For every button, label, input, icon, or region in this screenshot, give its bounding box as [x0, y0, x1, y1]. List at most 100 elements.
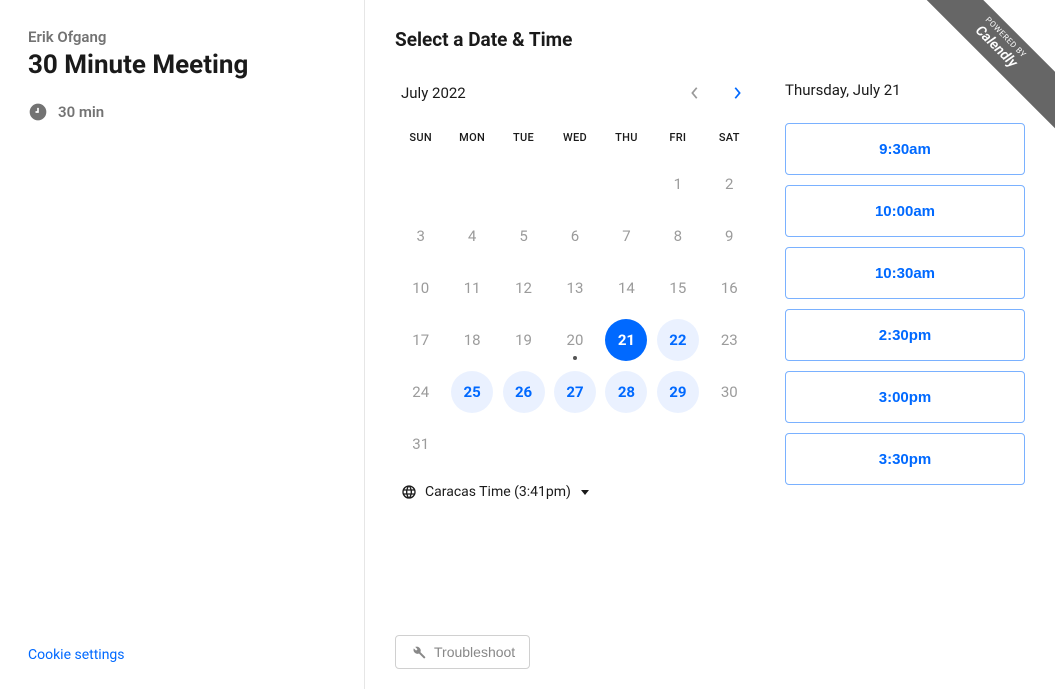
troubleshoot-label: Troubleshoot: [434, 644, 515, 660]
calendar-grid: SUNMONTUEWEDTHUFRISAT1234567891011121314…: [395, 123, 755, 470]
calendar-dow: TUE: [498, 123, 549, 158]
time-slot-button[interactable]: 3:00pm: [785, 371, 1025, 423]
cookie-settings-link[interactable]: Cookie settings: [28, 647, 125, 663]
calendar-day-cell: [395, 158, 446, 210]
calendar-day: 8: [657, 215, 699, 257]
time-slot-list: 9:30am 10:00am 10:30am 2:30pm 3:00pm 3:30pm: [785, 123, 1025, 485]
event-details-panel: Erik Ofgang 30 Minute Meeting 30 min Coo…: [0, 0, 365, 689]
calendar-day-cell: 2: [704, 158, 755, 210]
calendar-day-cell: 8: [652, 210, 703, 262]
calendar-day-cell: 15: [652, 262, 703, 314]
calendar-day-cell: [704, 418, 755, 470]
calendar-day: 14: [605, 267, 647, 309]
wrench-icon: [410, 644, 426, 660]
calendar-day-cell: 23: [704, 314, 755, 366]
calendar-day-cell[interactable]: 28: [601, 366, 652, 418]
duration-text: 30 min: [58, 103, 104, 121]
calendar-day: 2: [708, 163, 750, 205]
calendar-day-cell: [652, 418, 703, 470]
meeting-title: 30 Minute Meeting: [28, 50, 336, 80]
calendar-day-cell[interactable]: 29: [652, 366, 703, 418]
calendar-day: 5: [503, 215, 545, 257]
calendar-day: 4: [451, 215, 493, 257]
calendar-day: 30: [708, 371, 750, 413]
calendar-day: 7: [605, 215, 647, 257]
calendar-day-cell: 10: [395, 262, 446, 314]
calendar-day: 15: [657, 267, 699, 309]
time-slot-button[interactable]: 2:30pm: [785, 309, 1025, 361]
calendar-day-cell[interactable]: 26: [498, 366, 549, 418]
calendar-day[interactable]: 27: [554, 371, 596, 413]
calendar-day-cell[interactable]: 25: [446, 366, 497, 418]
clock-icon: [28, 102, 48, 122]
page-title: Select a Date & Time: [395, 28, 1025, 51]
calendar-day: 17: [400, 319, 442, 361]
calendar-day: 6: [554, 215, 596, 257]
calendar-dow: MON: [446, 123, 497, 158]
time-slot-button[interactable]: 9:30am: [785, 123, 1025, 175]
prev-month-button[interactable]: [683, 81, 707, 105]
calendar-day-cell: 4: [446, 210, 497, 262]
time-slot-button[interactable]: 3:30pm: [785, 433, 1025, 485]
calendar-day: 20: [554, 319, 596, 361]
calendar-day-cell: [498, 158, 549, 210]
calendar-day-cell: [446, 158, 497, 210]
calendar-day: 9: [708, 215, 750, 257]
calendar-day-cell: 20: [549, 314, 600, 366]
calendar-day-cell: [446, 418, 497, 470]
selected-date-label: Thursday, July 21: [785, 81, 1025, 99]
calendar-day-cell: 30: [704, 366, 755, 418]
time-slot-button[interactable]: 10:30am: [785, 247, 1025, 299]
calendar-day[interactable]: 25: [451, 371, 493, 413]
calendar-day[interactable]: 29: [657, 371, 699, 413]
calendar-day-cell: [549, 418, 600, 470]
calendar-day[interactable]: 22: [657, 319, 699, 361]
calendar-day[interactable]: 21: [605, 319, 647, 361]
calendar-day-cell: [498, 418, 549, 470]
calendar-day: 16: [708, 267, 750, 309]
calendar-day-cell[interactable]: 21: [601, 314, 652, 366]
calendar-day-cell: 6: [549, 210, 600, 262]
calendar-day-cell: 11: [446, 262, 497, 314]
booking-panel: Select a Date & Time July 2022 SUNMONTUE: [365, 0, 1055, 689]
chevron-left-icon: [690, 86, 700, 100]
calendar-day: 11: [451, 267, 493, 309]
calendar: July 2022 SUNMONTUEWEDTHUFRISAT123456789…: [395, 81, 755, 500]
calendar-day-cell: 12: [498, 262, 549, 314]
calendar-day-cell[interactable]: 22: [652, 314, 703, 366]
calendar-day: 18: [451, 319, 493, 361]
calendar-month-label: July 2022: [401, 84, 466, 102]
calendar-day-cell: 13: [549, 262, 600, 314]
calendar-day-cell[interactable]: 27: [549, 366, 600, 418]
calendar-day-cell: 31: [395, 418, 446, 470]
calendar-day-cell: 7: [601, 210, 652, 262]
calendar-day-cell: 1: [652, 158, 703, 210]
time-slot-button[interactable]: 10:00am: [785, 185, 1025, 237]
calendar-dow: THU: [601, 123, 652, 158]
troubleshoot-button[interactable]: Troubleshoot: [395, 635, 530, 669]
host-name: Erik Ofgang: [28, 28, 336, 46]
duration-row: 30 min: [28, 102, 336, 122]
calendar-day[interactable]: 28: [605, 371, 647, 413]
today-indicator: [573, 356, 577, 360]
calendar-dow: WED: [549, 123, 600, 158]
calendar-day-cell: 18: [446, 314, 497, 366]
calendar-day: 1: [657, 163, 699, 205]
calendar-day: 23: [708, 319, 750, 361]
calendar-day[interactable]: 26: [503, 371, 545, 413]
calendar-day-cell: 3: [395, 210, 446, 262]
calendar-day: 19: [503, 319, 545, 361]
calendar-day: 12: [503, 267, 545, 309]
calendar-day: 24: [400, 371, 442, 413]
calendar-day-cell: [601, 418, 652, 470]
next-month-button[interactable]: [725, 81, 749, 105]
timezone-label: Caracas Time (3:41pm): [425, 484, 571, 500]
timezone-selector[interactable]: Caracas Time (3:41pm): [395, 484, 755, 500]
calendar-day-cell: 9: [704, 210, 755, 262]
calendar-dow: FRI: [652, 123, 703, 158]
calendar-day: 10: [400, 267, 442, 309]
calendar-day-cell: 19: [498, 314, 549, 366]
calendar-day-cell: 16: [704, 262, 755, 314]
caret-down-icon: [581, 490, 589, 495]
calendar-day-cell: 24: [395, 366, 446, 418]
